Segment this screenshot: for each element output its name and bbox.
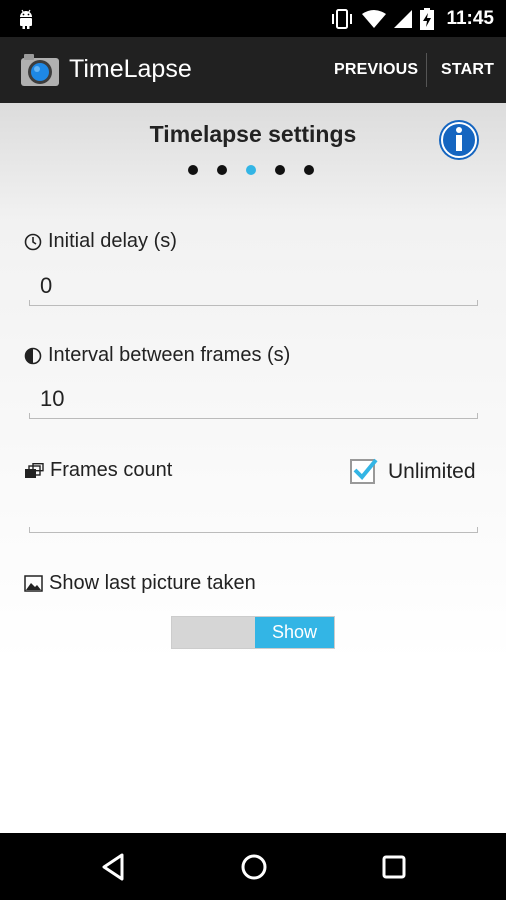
page-dot [188,165,198,175]
app-title: TimeLapse [69,55,192,83]
unlimited-checkbox[interactable] [350,458,378,484]
show-picture-toggle[interactable]: Show [171,616,335,649]
page-dot [217,165,227,175]
recents-icon[interactable] [378,851,410,883]
previous-button[interactable]: PREVIOUS [334,37,418,103]
back-icon[interactable] [98,851,130,883]
home-icon[interactable] [238,851,270,883]
action-bar: TimeLapse PREVIOUS START [0,37,506,103]
interval-underline [29,413,478,419]
page-dot-active [246,165,256,175]
page-dot [304,165,314,175]
toggle-thumb[interactable]: Show [255,617,334,648]
interval-input[interactable]: 10 [40,386,64,412]
initial-delay-label: Initial delay (s) [24,230,177,253]
interval-label-text: Interval between frames (s) [48,344,291,366]
initial-delay-label-text: Initial delay (s) [48,230,177,252]
status-time: 11:45 [446,7,494,29]
frames-icon [25,462,44,478]
interval-label: Interval between frames (s) [24,344,290,367]
initial-delay-input[interactable]: 0 [40,273,52,299]
page-indicator [188,165,314,177]
start-button[interactable]: START [441,37,494,103]
signal-icon [394,9,413,28]
frames-count-underline [29,527,478,533]
checkmark-icon [353,458,378,480]
clock-icon [24,233,42,250]
half-circle-icon [24,347,42,364]
status-bar: 11:45 [0,0,506,37]
action-divider [426,53,427,87]
unlimited-label[interactable]: Unlimited [388,460,476,484]
show-last-picture-label: Show last picture taken [24,572,256,595]
frames-count-label: Frames count [24,459,172,482]
page-dot [275,165,285,175]
vibrate-icon [332,8,353,29]
navigation-bar [0,833,506,900]
frames-count-label-text: Frames count [50,459,173,481]
picture-icon [24,575,43,592]
settings-content: Timelapse settings Initial delay (s) 0 I… [0,103,506,833]
unlimited-checkbox-row[interactable]: Unlimited [350,458,476,484]
page-title: Timelapse settings [149,121,357,147]
camera-icon [21,54,59,86]
show-last-picture-label-text: Show last picture taken [49,572,256,594]
info-icon[interactable] [438,119,480,161]
wifi-icon [362,9,387,28]
battery-charging-icon [420,7,435,30]
initial-delay-underline [29,300,478,306]
android-icon [20,9,32,29]
